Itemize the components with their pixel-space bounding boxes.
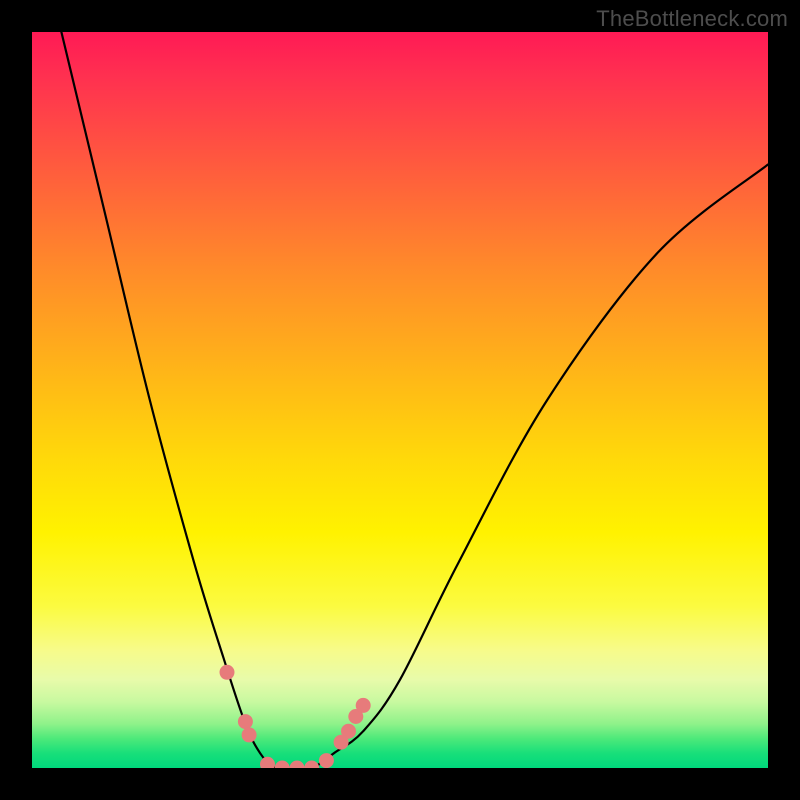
curve-marker: [341, 724, 356, 739]
curve-marker: [356, 698, 371, 713]
curve-layer: [32, 32, 768, 768]
curve-marker: [304, 761, 319, 769]
curve-marker: [220, 665, 235, 680]
curve-marker: [260, 757, 275, 768]
curve-marker: [242, 727, 257, 742]
curve-marker: [319, 753, 334, 768]
plot-area: [32, 32, 768, 768]
bottleneck-curve-path: [61, 32, 768, 768]
curve-marker: [238, 714, 253, 729]
bottleneck-curve: [61, 32, 768, 768]
curve-markers: [220, 665, 371, 768]
curve-marker: [290, 761, 305, 769]
curve-marker: [275, 761, 290, 769]
attribution-watermark: TheBottleneck.com: [596, 6, 788, 32]
chart-frame: TheBottleneck.com: [0, 0, 800, 800]
